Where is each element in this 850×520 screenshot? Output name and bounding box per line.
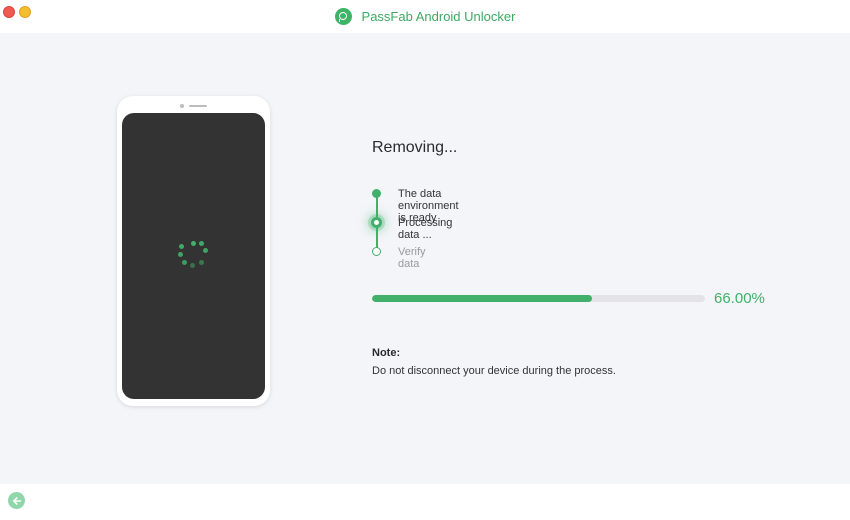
status-heading: Removing... bbox=[372, 139, 458, 156]
title-bar: PassFab Android Unlocker bbox=[0, 0, 850, 33]
step-active-indicator bbox=[371, 217, 382, 228]
progress-percent: 66.00% bbox=[714, 290, 765, 307]
phone-speaker bbox=[189, 105, 207, 107]
step-label: Processing data ... bbox=[398, 217, 453, 241]
note-text: Do not disconnect your device during the… bbox=[372, 365, 616, 377]
progress-bar-fill bbox=[372, 295, 592, 302]
spinner-dot bbox=[182, 260, 187, 265]
step-done-indicator bbox=[372, 189, 381, 198]
spinner-dot bbox=[178, 252, 183, 257]
progress-bar bbox=[372, 295, 705, 302]
spinner-dot bbox=[199, 241, 204, 246]
note-title: Note: bbox=[372, 347, 401, 359]
spinner-dot bbox=[179, 244, 184, 249]
arrow-left-icon bbox=[12, 496, 21, 505]
step-pending-indicator bbox=[372, 247, 381, 256]
spinner-dot bbox=[199, 260, 204, 265]
app-name: PassFab Android Unlocker bbox=[361, 9, 516, 24]
spinner-dot bbox=[190, 263, 195, 268]
footer-bar bbox=[0, 484, 850, 520]
step-label: Verify data bbox=[398, 246, 426, 270]
loading-spinner-icon bbox=[122, 113, 265, 399]
spinner-dot bbox=[203, 248, 208, 253]
window-minimize-button[interactable] bbox=[19, 6, 31, 18]
app-title: PassFab Android Unlocker bbox=[0, 0, 850, 33]
back-button[interactable] bbox=[8, 492, 25, 509]
window-close-button[interactable] bbox=[3, 6, 15, 18]
phone-illustration bbox=[117, 96, 270, 406]
phone-camera bbox=[180, 104, 184, 108]
spinner-dot bbox=[191, 241, 196, 246]
phone-screen bbox=[122, 113, 265, 399]
passfab-logo-icon bbox=[334, 8, 352, 25]
